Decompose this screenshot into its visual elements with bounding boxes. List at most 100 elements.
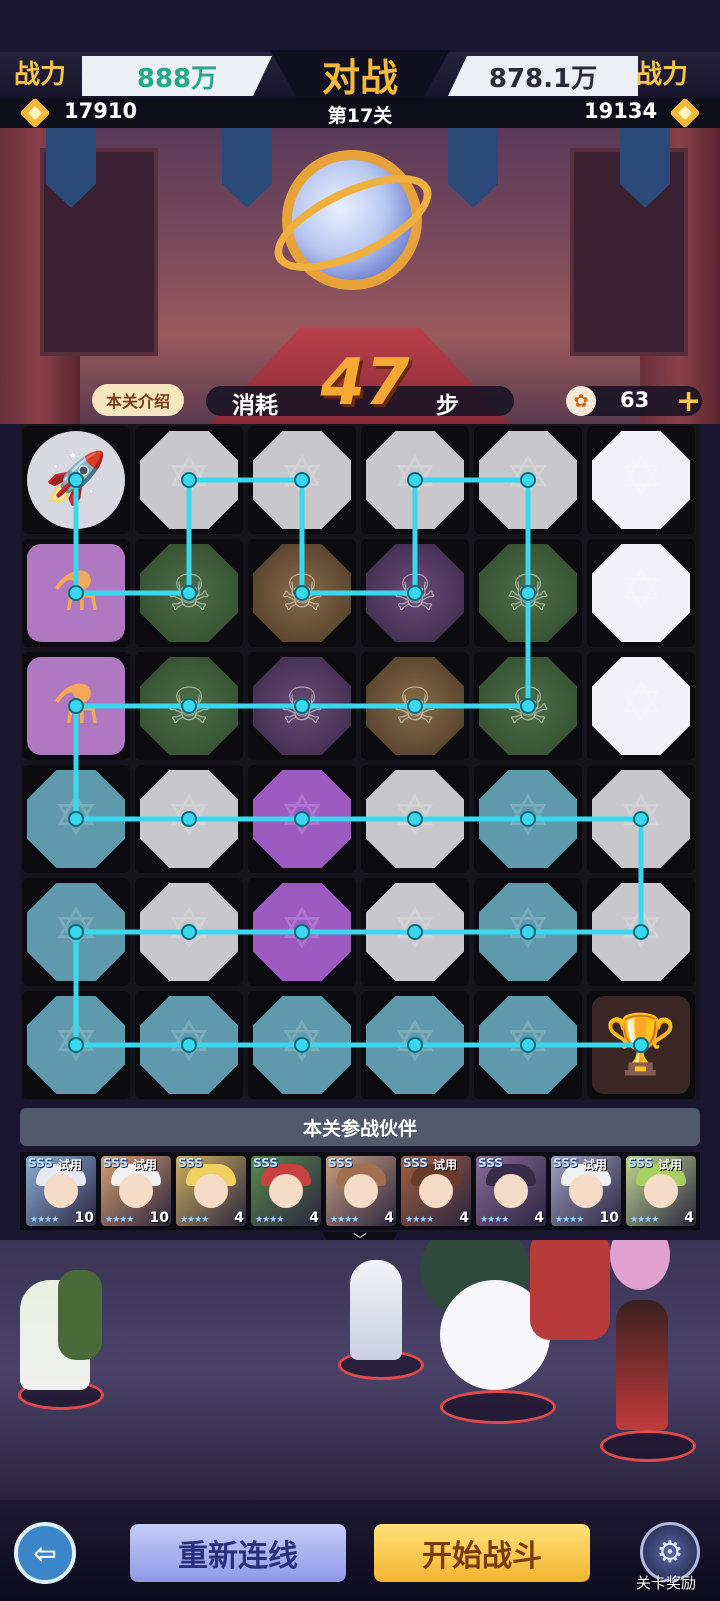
- teal-tile: [479, 770, 577, 868]
- slime-purple-tile: [366, 544, 464, 642]
- right-score: 19134: [584, 99, 658, 123]
- spear-hero[interactable]: [616, 1300, 668, 1430]
- board-cell[interactable]: [474, 991, 582, 1099]
- hero-grade: SSS: [628, 1156, 653, 1170]
- star-rating-icon: ★★★★: [30, 1215, 59, 1225]
- board-cell[interactable]: [248, 426, 356, 534]
- back-button[interactable]: ⇦: [14, 1522, 76, 1584]
- board-cell[interactable]: [22, 991, 130, 1099]
- star-rating-icon: ★★★★: [630, 1215, 659, 1225]
- hero-level: 4: [309, 1210, 319, 1226]
- hero-grade: SSS: [103, 1156, 128, 1170]
- board-cell[interactable]: [248, 652, 356, 760]
- board-cell[interactable]: [248, 539, 356, 647]
- star-rating-icon: ★★★★: [405, 1215, 434, 1225]
- purple-tile: [253, 770, 351, 868]
- red-mech[interactable]: [530, 1240, 610, 1340]
- board-cell[interactable]: [474, 652, 582, 760]
- hero-grade: SSS: [178, 1156, 203, 1170]
- partner-card[interactable]: SSS ★★★★ 4: [476, 1156, 546, 1226]
- hero-portrait: [119, 1174, 153, 1208]
- board-cell[interactable]: [361, 765, 469, 873]
- board-cell[interactable]: [361, 426, 469, 534]
- hero-grade: SSS: [553, 1156, 578, 1170]
- board-cell[interactable]: [474, 539, 582, 647]
- board-cell[interactable]: [361, 878, 469, 986]
- level-reward-label: 关卡奖励: [636, 1574, 697, 1592]
- start-battle-button[interactable]: 开始战斗: [374, 1524, 590, 1582]
- board-cell[interactable]: [361, 652, 469, 760]
- bottom-bar: [0, 1500, 720, 1601]
- hero-grade: SSS: [28, 1156, 53, 1170]
- teal-tile: [479, 883, 577, 981]
- board-cell[interactable]: [587, 652, 695, 760]
- partners-title: 本关参战伙伴: [20, 1108, 700, 1146]
- partner-card[interactable]: SSS ★★★★ 4: [176, 1156, 246, 1226]
- board-cell[interactable]: [587, 539, 695, 647]
- board-cell[interactable]: [135, 765, 243, 873]
- white-tile: [592, 657, 690, 755]
- hero-level: 4: [534, 1210, 544, 1226]
- board-cell[interactable]: [135, 426, 243, 534]
- hero-level: 4: [459, 1210, 469, 1226]
- board-cell[interactable]: [22, 539, 130, 647]
- teal-tile: [140, 996, 238, 1094]
- board-cell[interactable]: [474, 878, 582, 986]
- partner-card[interactable]: SSS 试用 ★★★★ 4: [626, 1156, 696, 1226]
- teal-tile: [27, 996, 125, 1094]
- board-cell[interactable]: [135, 991, 243, 1099]
- partner-card[interactable]: SSS 试用 ★★★★ 10: [101, 1156, 171, 1226]
- board-cell[interactable]: [22, 765, 130, 873]
- flower-fairy[interactable]: [610, 1240, 670, 1290]
- board-cell[interactable]: [361, 991, 469, 1099]
- left-score: 17910: [64, 99, 138, 123]
- gray-tile: [366, 770, 464, 868]
- hero-grade: SSS: [328, 1156, 353, 1170]
- board-cell[interactable]: [587, 765, 695, 873]
- add-energy-icon[interactable]: +: [676, 384, 701, 419]
- trial-badge: 试用: [658, 1158, 683, 1172]
- partner-card[interactable]: SSS 试用 ★★★★ 10: [551, 1156, 621, 1226]
- partners-strip[interactable]: SSS 试用 ★★★★ 10 SSS 试用 ★★★★ 10 SSS ★★★★ 4 SSS ★★★★ 4 SS…: [20, 1152, 700, 1230]
- hero-platform: [600, 1430, 696, 1462]
- board-cell[interactable]: [135, 878, 243, 986]
- star-rating-icon: ★★★★: [555, 1215, 584, 1225]
- slime-orange-tile: [253, 544, 351, 642]
- trial-badge: 试用: [58, 1158, 83, 1172]
- puzzle-board[interactable]: [20, 424, 700, 1100]
- board-cell[interactable]: [587, 878, 695, 986]
- relink-button[interactable]: 重新连线: [130, 1524, 346, 1582]
- gray-tile: [592, 770, 690, 868]
- hero-portrait: [569, 1174, 603, 1208]
- board-cell[interactable]: [135, 652, 243, 760]
- board-cell[interactable]: [587, 426, 695, 534]
- white-hair-hero[interactable]: [350, 1260, 402, 1360]
- partner-card[interactable]: SSS 试用 ★★★★ 10: [26, 1156, 96, 1226]
- hero-portrait: [419, 1174, 453, 1208]
- partner-card[interactable]: SSS 试用 ★★★★ 4: [401, 1156, 471, 1226]
- hero-level: 10: [74, 1210, 94, 1226]
- slime-tile: [479, 657, 577, 755]
- left-power-label: 战力: [14, 60, 67, 90]
- board-cell[interactable]: [587, 991, 695, 1099]
- battle-title: 对战: [270, 50, 450, 98]
- board-cell[interactable]: [248, 765, 356, 873]
- steps-count: 47: [320, 346, 410, 420]
- archer-hero[interactable]: [58, 1270, 102, 1360]
- partner-card[interactable]: SSS ★★★★ 4: [251, 1156, 321, 1226]
- star-rating-icon: ★★★★: [180, 1215, 209, 1225]
- board-cell[interactable]: [22, 652, 130, 760]
- board-cell[interactable]: [22, 878, 130, 986]
- board-cell[interactable]: [474, 765, 582, 873]
- board-cell[interactable]: [135, 539, 243, 647]
- board-cell[interactable]: [22, 426, 130, 534]
- level-intro-button[interactable]: 本关介绍: [92, 384, 184, 416]
- board-cell[interactable]: [361, 539, 469, 647]
- star-rating-icon: ★★★★: [480, 1215, 509, 1225]
- board-cell[interactable]: [474, 426, 582, 534]
- partner-card[interactable]: SSS ★★★★ 4: [326, 1156, 396, 1226]
- hero-grade: SSS: [253, 1156, 278, 1170]
- board-cell[interactable]: [248, 991, 356, 1099]
- hero-portrait: [194, 1174, 228, 1208]
- board-cell[interactable]: [248, 878, 356, 986]
